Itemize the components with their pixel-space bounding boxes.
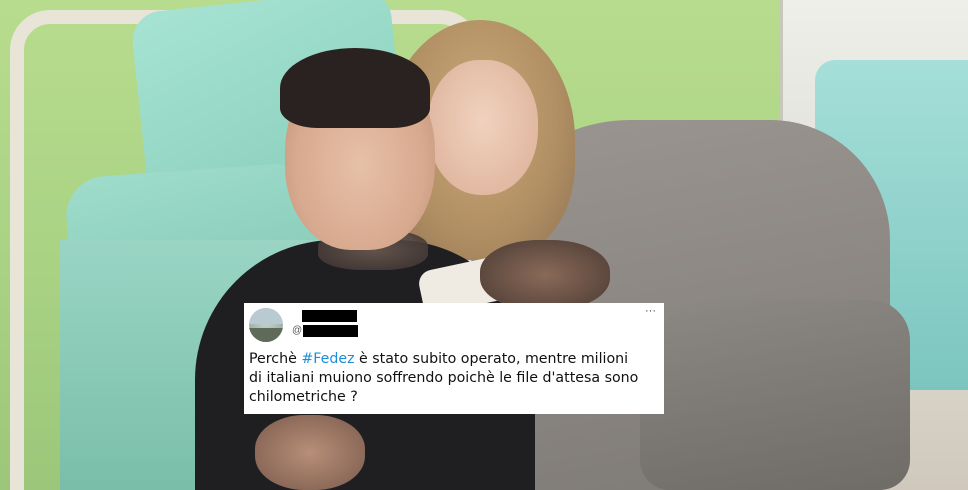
tweet-card[interactable]: @ ··· Perchè #Fedez è stato subito opera… [244, 303, 664, 414]
tweet-text-rest: è stato subito operato, mentre milioni [354, 351, 629, 367]
person-right-legs [640, 300, 910, 490]
hashtag-link[interactable]: #Fedez [301, 351, 354, 367]
person-right-face [428, 60, 538, 195]
tweet-text: Perchè #Fedez è stato subito operato, me… [249, 350, 661, 407]
tweet-line-2: di italiani muiono soffrendo poichè le f… [249, 370, 639, 386]
arm-tattoo [480, 240, 610, 310]
handle-prefix: @ [292, 325, 303, 336]
tweet-line-3: chilometriche ? [249, 389, 358, 405]
redacted-handle [303, 324, 359, 337]
background-photo [0, 0, 968, 490]
user-handle[interactable]: @ [292, 324, 359, 337]
person-left-hair [280, 48, 430, 128]
tweet-line-1: Perchè #Fedez è stato subito operato, me… [249, 350, 661, 369]
more-options-icon[interactable]: ··· [645, 305, 656, 317]
lower-hand [255, 415, 365, 490]
avatar[interactable] [249, 308, 283, 342]
redacted-display-name [302, 310, 357, 322]
tweet-text-start: Perchè [249, 351, 302, 367]
